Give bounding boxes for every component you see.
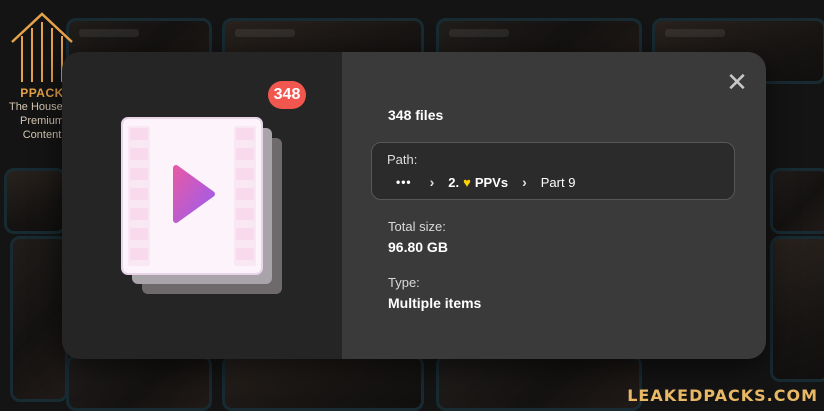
breadcrumb-ellipsis[interactable]: ••• — [396, 175, 412, 189]
yellow-heart-icon: ♥ — [463, 174, 471, 190]
close-button[interactable]: ✕ — [726, 70, 748, 96]
video-files-icon — [121, 117, 282, 294]
path-box: Path: ••• › 2. ♥ PPVs › Part 9 — [371, 142, 735, 200]
background-thumbnail[interactable] — [4, 168, 66, 234]
total-size-label: Total size: — [388, 219, 446, 234]
background-thumbnail[interactable] — [10, 236, 68, 402]
breadcrumb: ••• › 2. ♥ PPVs › Part 9 — [396, 174, 589, 190]
files-count: 348 files — [388, 107, 444, 123]
path-label: Path: — [387, 152, 418, 167]
breadcrumb-item-label: PPVs — [474, 174, 509, 190]
type-label: Type: — [388, 275, 420, 290]
file-info-dialog: 348 ✕ 348 files Path: ••• › 2. ♥ PPVs › … — [62, 52, 766, 359]
chevron-right-icon: › — [429, 174, 435, 190]
background-thumbnail[interactable] — [66, 355, 212, 411]
breadcrumb-item-ppvs[interactable]: 2. ♥ PPVs — [448, 175, 508, 190]
dialog-preview-pane: 348 — [62, 52, 342, 359]
background-thumbnail[interactable] — [436, 355, 642, 411]
type-value: Multiple items — [388, 295, 482, 311]
background-thumbnail[interactable] — [770, 236, 824, 382]
dialog-details-pane: ✕ 348 files Path: ••• › 2. ♥ PPVs › Part 9… — [342, 52, 766, 359]
breadcrumb-item-part9[interactable]: Part 9 — [541, 175, 576, 190]
background-thumbnail[interactable] — [222, 355, 424, 411]
chevron-right-icon: › — [522, 174, 527, 190]
watermark: LEAKEDPACKS.COM — [627, 386, 818, 405]
background-thumbnail[interactable] — [770, 168, 824, 234]
breadcrumb-item-prefix: 2. — [448, 174, 460, 190]
file-count-badge: 348 — [268, 81, 306, 109]
total-size-value: 96.80 GB — [388, 239, 448, 255]
